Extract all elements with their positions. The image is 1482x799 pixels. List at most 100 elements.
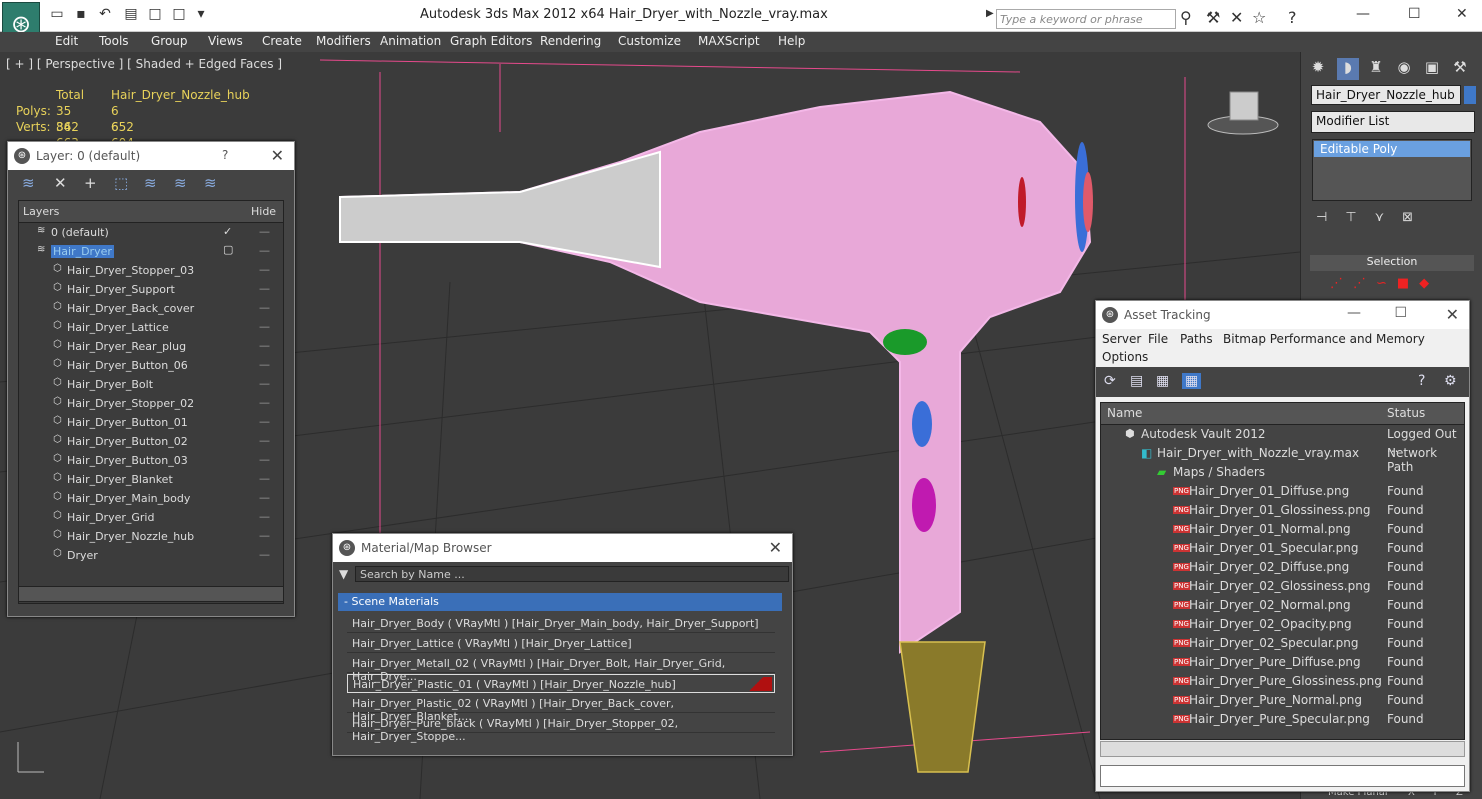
layer-row[interactable]: ⬡ Hair_Dryer_Grid — xyxy=(19,508,283,527)
maximize-icon[interactable]: ☐ xyxy=(1394,305,1407,321)
layer-row[interactable]: ⬡ Hair_Dryer_Button_01 — xyxy=(19,413,283,432)
asset-menu-options[interactable]: Options xyxy=(1102,350,1148,364)
binoculars-icon[interactable]: ⚲ xyxy=(1180,8,1192,27)
layer-row[interactable]: ⬡ Hair_Dryer_Stopper_02 — xyxy=(19,394,283,413)
close-icon[interactable]: ✕ xyxy=(1456,6,1468,22)
hide-toggle[interactable]: — xyxy=(259,548,270,561)
hold-icon[interactable]: ▤ xyxy=(122,6,140,26)
utilities-tab-icon[interactable]: ⚒ xyxy=(1449,58,1471,80)
new-layer-icon[interactable]: ≋ xyxy=(22,174,35,192)
table-view-icon[interactable]: ▦ xyxy=(1182,373,1202,389)
thumbnail-view-icon[interactable]: ▦ xyxy=(1156,373,1169,389)
scene-materials-group[interactable]: - Scene Materials xyxy=(338,593,782,611)
help-icon[interactable]: ? xyxy=(1418,373,1425,389)
stack-tools[interactable]: ⊣⊤⋎⊠ xyxy=(1316,210,1431,225)
hide-toggle[interactable]: — xyxy=(259,415,270,428)
material-row[interactable]: Hair_Dryer_Plastic_02 ( VRayMtl ) [Hair_… xyxy=(347,694,775,723)
refresh-icon[interactable]: ⟳ xyxy=(1104,373,1116,389)
hide-toggle[interactable]: — xyxy=(259,225,270,238)
asset-row[interactable]: PNG Hair_Dryer_Pure_Diffuse.png Found xyxy=(1101,653,1464,672)
help-icon[interactable]: ? xyxy=(1288,8,1297,27)
dropdown-icon[interactable]: ▾ xyxy=(192,6,210,26)
close-icon[interactable]: ✕ xyxy=(1446,305,1459,324)
asset-row[interactable]: PNG Hair_Dryer_01_Normal.png Found xyxy=(1101,520,1464,539)
create-tab-icon[interactable]: ✹ xyxy=(1307,58,1329,80)
menu-rendering[interactable]: Rendering xyxy=(540,34,601,48)
hide-all-icon[interactable]: ≋ xyxy=(174,174,187,192)
asset-menu-paths[interactable]: Paths xyxy=(1180,332,1213,346)
close-icon[interactable]: ✕ xyxy=(769,538,782,557)
menu-customize[interactable]: Customize xyxy=(618,34,681,48)
asset-row[interactable]: PNG Hair_Dryer_Pure_Glossiness.png Found xyxy=(1101,672,1464,691)
hierarchy-tab-icon[interactable]: ♜ xyxy=(1365,58,1387,80)
asset-row[interactable]: PNG Hair_Dryer_01_Specular.png Found xyxy=(1101,539,1464,558)
asset-row[interactable]: ▰ Maps / Shaders xyxy=(1101,463,1464,482)
col-layers[interactable]: Layers xyxy=(23,205,59,218)
asset-row[interactable]: PNG Hair_Dryer_02_Normal.png Found xyxy=(1101,596,1464,615)
menu-group[interactable]: Group xyxy=(151,34,188,48)
maximize-icon[interactable]: ☐ xyxy=(1408,6,1421,22)
hide-toggle[interactable]: — xyxy=(259,377,270,390)
modifier-list-dropdown[interactable]: Modifier List xyxy=(1311,111,1475,133)
layer-row[interactable]: ⬡ Hair_Dryer_Button_03 — xyxy=(19,451,283,470)
material-row[interactable]: Hair_Dryer_Pure_black ( VRayMtl ) [Hair_… xyxy=(347,714,775,743)
motion-tab-icon[interactable]: ◉ xyxy=(1393,58,1415,80)
asset-row[interactable]: PNG Hair_Dryer_01_Diffuse.png Found xyxy=(1101,482,1464,501)
subscription-icon[interactable]: ✕ xyxy=(1230,8,1243,27)
add-to-layer-icon[interactable]: + xyxy=(84,174,97,192)
hide-toggle[interactable]: — xyxy=(259,301,270,314)
menu-tools[interactable]: Tools xyxy=(99,34,129,48)
layer-row[interactable]: ≋ Hair_Dryer ▢ — xyxy=(19,242,283,261)
col-status[interactable]: Status xyxy=(1387,406,1425,420)
minimize-icon[interactable]: — xyxy=(1347,305,1361,321)
layer-panel-titlebar[interactable]: ⊛ Layer: 0 (default) ? ✕ xyxy=(8,142,294,170)
asset-hscrollbar[interactable] xyxy=(1100,741,1465,757)
asset-tracking-titlebar[interactable]: ⊛ Asset Tracking — ☐ ✕ xyxy=(1096,301,1469,329)
modify-tab-icon[interactable]: ◗ xyxy=(1337,58,1359,80)
open-icon[interactable]: ▭ xyxy=(48,6,66,26)
layer-row[interactable]: ⬡ Hair_Dryer_Button_02 — xyxy=(19,432,283,451)
options-menu-icon[interactable]: ▼ xyxy=(339,567,348,581)
hide-toggle[interactable]: — xyxy=(259,529,270,542)
hide-toggle[interactable]: — xyxy=(259,434,270,447)
asset-menu-bitmap[interactable]: Bitmap Performance and Memory xyxy=(1223,332,1425,346)
col-name[interactable]: Name xyxy=(1107,406,1142,420)
subobject-level-icons[interactable]: ⋰⋰∽■◆ xyxy=(1330,276,1439,291)
highlight-layer-icon[interactable]: ≋ xyxy=(144,174,157,192)
col-hide[interactable]: Hide xyxy=(251,205,276,218)
object-color-swatch[interactable] xyxy=(1464,86,1476,104)
layer-row[interactable]: ⬡ Hair_Dryer_Button_06 — xyxy=(19,356,283,375)
hide-toggle[interactable]: — xyxy=(259,358,270,371)
object-name-field[interactable]: Hair_Dryer_Nozzle_hub xyxy=(1311,85,1461,105)
favorites-icon[interactable]: ☆ xyxy=(1252,8,1266,27)
delete-layer-icon[interactable]: ✕ xyxy=(54,174,67,192)
freeze-all-icon[interactable]: ≋ xyxy=(204,174,217,192)
hide-toggle[interactable]: — xyxy=(259,282,270,295)
asset-row[interactable]: PNG Hair_Dryer_02_Glossiness.png Found xyxy=(1101,577,1464,596)
asset-path-field[interactable] xyxy=(1100,765,1465,787)
hide-toggle[interactable]: — xyxy=(259,491,270,504)
hide-toggle[interactable]: — xyxy=(259,244,270,257)
asset-row[interactable]: ⬢ Autodesk Vault 2012 Logged Out ... xyxy=(1101,425,1464,455)
stack-item-editable-poly[interactable]: Editable Poly xyxy=(1314,141,1470,157)
layer-row[interactable]: ⬡ Hair_Dryer_Back_cover — xyxy=(19,299,283,318)
asset-row[interactable]: PNG Hair_Dryer_02_Opacity.png Found xyxy=(1101,615,1464,634)
hide-toggle[interactable]: — xyxy=(259,510,270,523)
material-row[interactable]: Hair_Dryer_Body ( VRayMtl ) [Hair_Dryer_… xyxy=(347,614,775,633)
project-icon[interactable]: □ xyxy=(170,6,188,26)
viewport-label[interactable]: [ + ] [ Perspective ] [ Shaded + Edged F… xyxy=(6,57,282,71)
hide-toggle[interactable]: — xyxy=(259,320,270,333)
asset-row[interactable]: PNG Hair_Dryer_Pure_Normal.png Found xyxy=(1101,691,1464,710)
hide-toggle[interactable]: — xyxy=(259,263,270,276)
material-row[interactable]: Hair_Dryer_Plastic_01 ( VRayMtl ) [Hair_… xyxy=(347,674,775,693)
layer-row[interactable]: ⬡ Dryer — xyxy=(19,546,283,565)
active-layer-check-icon[interactable]: ✓ xyxy=(223,225,232,238)
menu-modifiers[interactable]: Modifiers xyxy=(316,34,371,48)
close-icon[interactable]: ✕ xyxy=(271,146,284,165)
hide-toggle[interactable]: — xyxy=(259,396,270,409)
asset-row[interactable]: PNG Hair_Dryer_Pure_Specular.png Found xyxy=(1101,710,1464,729)
material-row[interactable]: Hair_Dryer_Lattice ( VRayMtl ) [Hair_Dry… xyxy=(347,634,775,653)
save-icon[interactable]: ▪ xyxy=(72,6,90,26)
hide-toggle[interactable]: — xyxy=(259,453,270,466)
menu-help[interactable]: Help xyxy=(778,34,805,48)
